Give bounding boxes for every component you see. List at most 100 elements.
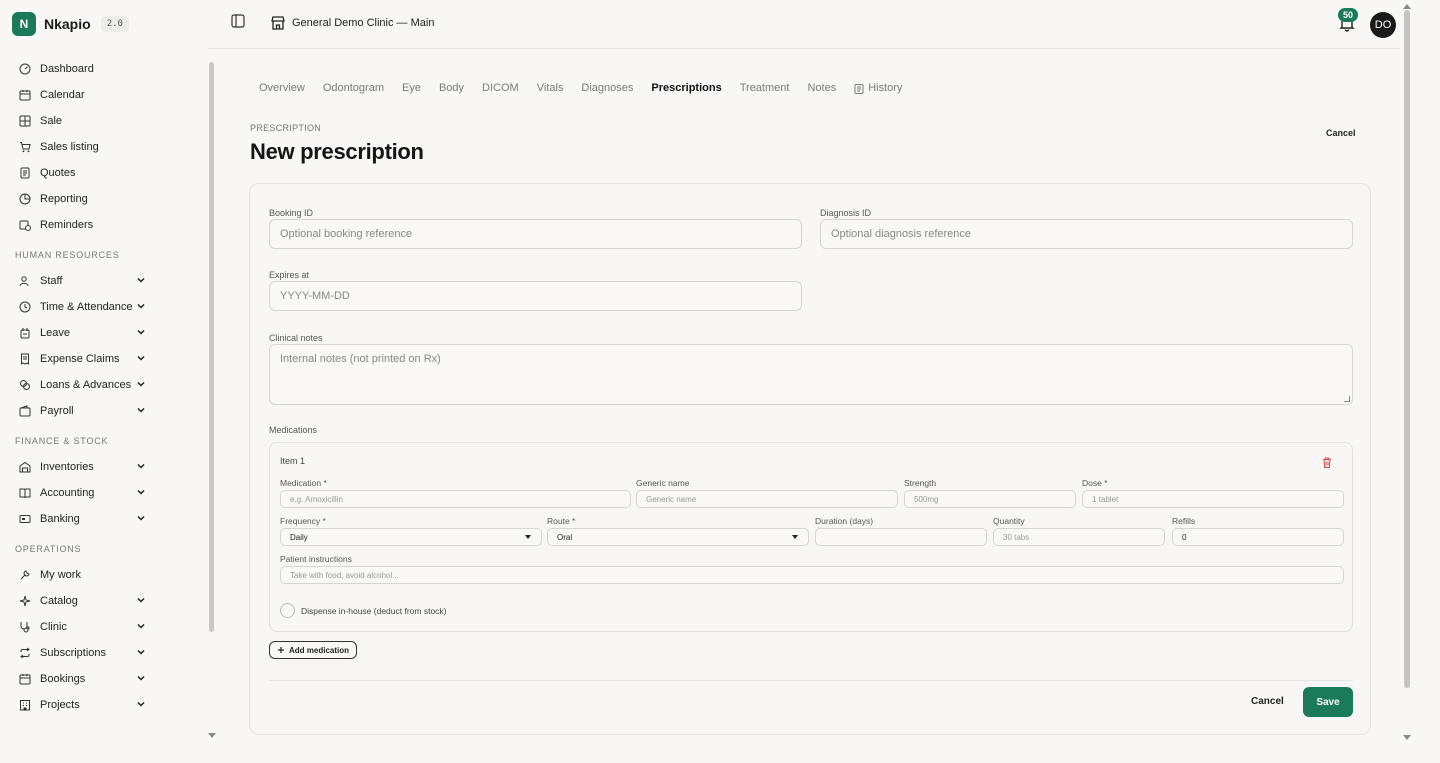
chevron-down-icon <box>137 515 145 521</box>
route-select[interactable]: Oral <box>547 528 809 546</box>
dose-input[interactable]: 1 tablet <box>1082 490 1344 508</box>
tab-body[interactable]: Body <box>439 82 464 94</box>
calendar-icon <box>19 673 31 685</box>
tab-vitals[interactable]: Vitals <box>537 82 564 94</box>
dispense-in-house-checkbox[interactable] <box>280 603 295 618</box>
sidebar-item-reminders[interactable]: Reminders <box>0 212 208 238</box>
wallet-icon <box>19 405 31 417</box>
record-tabs: Overview Odontogram Eye Body DICOM Vital… <box>259 82 902 94</box>
main-scrollbar[interactable] <box>1404 10 1410 688</box>
refills-label: Refills <box>1172 516 1196 526</box>
duration-input[interactable] <box>815 528 987 546</box>
chevron-down-icon <box>137 623 145 629</box>
expires-at-input[interactable]: YYYY-MM-DD <box>269 281 802 311</box>
tab-odontogram[interactable]: Odontogram <box>323 82 384 94</box>
tab-history[interactable]: History <box>854 82 902 94</box>
expires-at-label: Expires at <box>269 270 310 280</box>
sidebar-item-quotes[interactable]: Quotes <box>0 160 208 186</box>
tab-overview[interactable]: Overview <box>259 82 305 94</box>
pie-chart-icon <box>19 193 31 205</box>
chevron-down-icon <box>137 303 145 309</box>
tab-prescriptions[interactable]: Prescriptions <box>651 82 721 94</box>
add-medication-button[interactable]: Add medication <box>269 641 358 659</box>
sidebar-toggle-icon[interactable] <box>231 14 245 28</box>
medications-label: Medications <box>269 425 318 435</box>
caret-down-icon <box>525 535 531 539</box>
quantity-input[interactable]: 30 tabs <box>993 528 1165 546</box>
quantity-label: Quantity <box>993 516 1025 526</box>
main-scroll-up-icon[interactable] <box>1403 4 1411 9</box>
grid-icon <box>19 115 31 127</box>
sidebar-item-inventories[interactable]: Inventories <box>0 454 208 480</box>
sidebar-item-dashboard[interactable]: Dashboard <box>0 56 208 82</box>
tab-treatment[interactable]: Treatment <box>740 82 790 94</box>
sidebar-item-label: Clinic <box>40 621 67 633</box>
sidebar-item-loans-advances[interactable]: Loans & Advances <box>0 372 208 398</box>
tab-dicom[interactable]: DICOM <box>482 82 519 94</box>
diagnosis-id-input[interactable]: Optional diagnosis reference <box>820 219 1353 249</box>
sidebar-item-banking[interactable]: Banking <box>0 506 208 532</box>
save-button[interactable]: Save <box>1303 687 1353 717</box>
chevron-down-icon <box>137 649 145 655</box>
generic-name-input[interactable]: Generic name <box>636 490 898 508</box>
sidebar-item-label: Leave <box>40 327 70 339</box>
brand-name: Nkapio <box>44 16 91 32</box>
tab-notes[interactable]: Notes <box>807 82 836 94</box>
strength-input[interactable]: 500mg <box>904 490 1076 508</box>
sidebar-item-time-attendance[interactable]: Time & Attendance <box>0 294 208 320</box>
chevron-down-icon <box>137 701 145 707</box>
sidebar-item-my-work[interactable]: My work <box>0 562 208 588</box>
clinical-notes-textarea[interactable]: Internal notes (not printed on Rx) <box>269 344 1353 405</box>
refills-input[interactable]: 0 <box>1172 528 1344 546</box>
clinic-selector[interactable]: General Demo Clinic — Main <box>270 15 434 31</box>
document-icon <box>19 167 31 179</box>
brand[interactable]: N Nkapio 2.0 <box>12 12 129 36</box>
cancel-button[interactable]: Cancel <box>1251 696 1284 707</box>
patient-instructions-input[interactable]: Take with food, avoid alcohol... <box>280 566 1344 584</box>
chevron-down-icon <box>137 381 145 387</box>
brand-logo: N <box>12 12 36 36</box>
route-label: Route * <box>547 516 576 526</box>
sidebar-item-clinic[interactable]: Clinic <box>0 614 208 640</box>
sidebar-item-bookings[interactable]: Bookings <box>0 666 208 692</box>
trash-icon[interactable] <box>1322 457 1332 468</box>
sidebar-item-label: Projects <box>40 699 80 711</box>
receipt-icon <box>19 353 31 365</box>
avatar[interactable]: DO <box>1370 12 1396 38</box>
sidebar-item-reporting[interactable]: Reporting <box>0 186 208 212</box>
tab-diagnoses[interactable]: Diagnoses <box>581 82 633 94</box>
medication-name-input[interactable]: e.g. Amoxicillin <box>280 490 631 508</box>
sidebar-item-payroll[interactable]: Payroll <box>0 398 208 424</box>
page-title: New prescription <box>250 139 424 164</box>
sidebar-item-calendar[interactable]: Calendar <box>0 82 208 108</box>
booking-id-input[interactable]: Optional booking reference <box>269 219 802 249</box>
sidebar-item-catalog[interactable]: Catalog <box>0 588 208 614</box>
sidebar-scrollbar[interactable] <box>209 62 214 632</box>
top-bar: General Demo Clinic — Main 50 DO <box>208 0 1400 49</box>
version-badge: 2.0 <box>100 16 129 32</box>
sidebar-item-subscriptions[interactable]: Subscriptions <box>0 640 208 666</box>
sidebar-item-label: Inventories <box>40 461 94 473</box>
chevron-down-icon <box>137 675 145 681</box>
sidebar-item-accounting[interactable]: Accounting <box>0 480 208 506</box>
resize-handle-icon[interactable] <box>1344 396 1350 402</box>
cancel-link[interactable]: Cancel <box>1326 128 1356 138</box>
main-scroll-down-icon[interactable] <box>1403 735 1411 740</box>
sidebar-item-leave[interactable]: Leave <box>0 320 208 346</box>
duration-label: Duration (days) <box>815 516 874 526</box>
building-icon <box>19 699 31 711</box>
sidebar-item-label: Quotes <box>40 167 76 179</box>
cart-icon <box>19 141 31 153</box>
sidebar-item-staff[interactable]: Staff <box>0 268 208 294</box>
sidebar-scroll-down-icon[interactable] <box>208 733 216 738</box>
sidebar-item-expense-claims[interactable]: Expense Claims <box>0 346 208 372</box>
chevron-down-icon <box>137 329 145 335</box>
warehouse-icon <box>19 461 31 473</box>
sidebar-item-projects[interactable]: Projects <box>0 692 208 718</box>
sidebar-item-sales-listing[interactable]: Sales listing <box>0 134 208 160</box>
caret-down-icon <box>792 535 798 539</box>
frequency-select[interactable]: Daily <box>280 528 542 546</box>
diagnosis-id-label: Diagnosis ID <box>820 208 872 218</box>
sidebar-item-sale[interactable]: Sale <box>0 108 208 134</box>
tab-eye[interactable]: Eye <box>402 82 421 94</box>
